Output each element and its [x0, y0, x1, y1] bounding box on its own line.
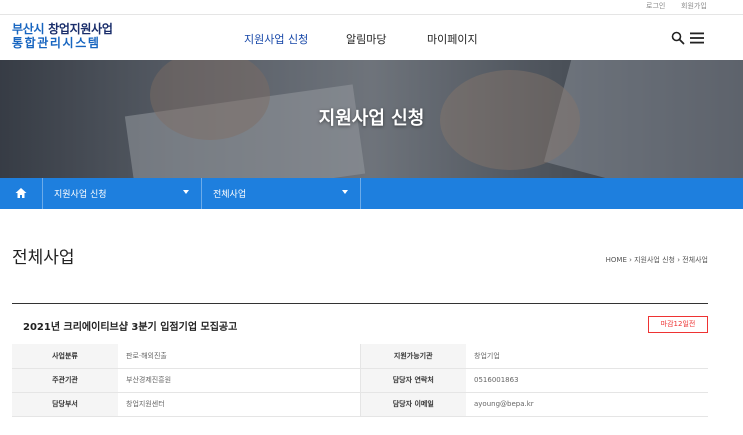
table-header-cell: 지원가능기관: [360, 344, 466, 369]
nav-notice[interactable]: 알림마당: [346, 31, 386, 47]
table-value-cell: 창업지원센터: [118, 392, 361, 417]
site-header: 부산시 창업지원사업 통합관리시스템 지원사업 신청 알림마당 마이페이지: [0, 15, 743, 60]
table-row: 주관기관 부산경제진흥원 담당자 연락처 0516001863: [12, 368, 708, 393]
login-link[interactable]: 로그인: [646, 1, 665, 11]
signup-link[interactable]: 회원가입: [681, 1, 707, 11]
page-title: 전체사업: [12, 248, 75, 268]
hero-banner: 지원사업 신청: [0, 60, 743, 178]
search-icon[interactable]: [671, 31, 685, 45]
home-icon[interactable]: [14, 186, 28, 200]
program-title: 2021년 크리에이티브샵 3분기 입점기업 모집공고: [23, 322, 238, 333]
hamburger-menu-icon[interactable]: [690, 32, 704, 44]
logo-system: 통합관리시스템: [12, 36, 101, 50]
subnav-dropdown-category[interactable]: 지원사업 신청: [42, 178, 201, 209]
table-header-cell: 주관기관: [12, 368, 118, 393]
subnav-dropdown-subcategory[interactable]: 전체사업: [201, 178, 360, 209]
logo-city: 부산시: [12, 22, 45, 36]
program-info-table: 사업분류 판로·해외진출 지원가능기관 창업기업 주관기관 부산경제진흥원 담당…: [12, 344, 708, 417]
nav-apply[interactable]: 지원사업 신청: [244, 31, 308, 47]
banner-title: 지원사업 신청: [318, 108, 425, 129]
subnav-dropdown-label: 지원사업 신청: [54, 190, 107, 200]
table-header-cell: 담당부서: [12, 392, 118, 417]
sub-navigation: 지원사업 신청 전체사업: [0, 178, 743, 209]
table-value-cell: ayoung@bepa.kr: [466, 392, 708, 417]
table-value-cell: 창업기업: [466, 344, 708, 369]
deadline-badge: 마감12일전: [648, 316, 708, 333]
chevron-down-icon: [183, 190, 189, 194]
table-header-cell: 담당자 연락처: [360, 368, 466, 393]
chevron-down-icon: [342, 190, 348, 194]
table-value-cell: 0516001863: [466, 368, 708, 393]
site-logo[interactable]: 부산시 창업지원사업 통합관리시스템: [12, 22, 113, 50]
nav-mypage[interactable]: 마이페이지: [427, 31, 478, 47]
table-value-cell: 판로·해외진출: [118, 344, 361, 369]
subnav-dropdown-label: 전체사업: [213, 190, 247, 200]
table-value-cell: 부산경제진흥원: [118, 368, 361, 393]
table-row: 담당부서 창업지원센터 담당자 이메일 ayoung@bepa.kr: [12, 392, 708, 417]
breadcrumb: HOME › 지원사업 신청 › 전체사업: [605, 256, 708, 264]
table-header-cell: 사업분류: [12, 344, 118, 369]
table-row: 사업분류 판로·해외진출 지원가능기관 창업기업: [12, 344, 708, 369]
logo-program: 창업지원사업: [44, 22, 113, 36]
top-utility-bar: 로그인 회원가입: [0, 0, 743, 15]
program-detail-card: 2021년 크리에이티브샵 3분기 입점기업 모집공고 마감12일전 사업분류 …: [12, 303, 708, 435]
table-header-cell: 담당자 이메일: [360, 392, 466, 417]
